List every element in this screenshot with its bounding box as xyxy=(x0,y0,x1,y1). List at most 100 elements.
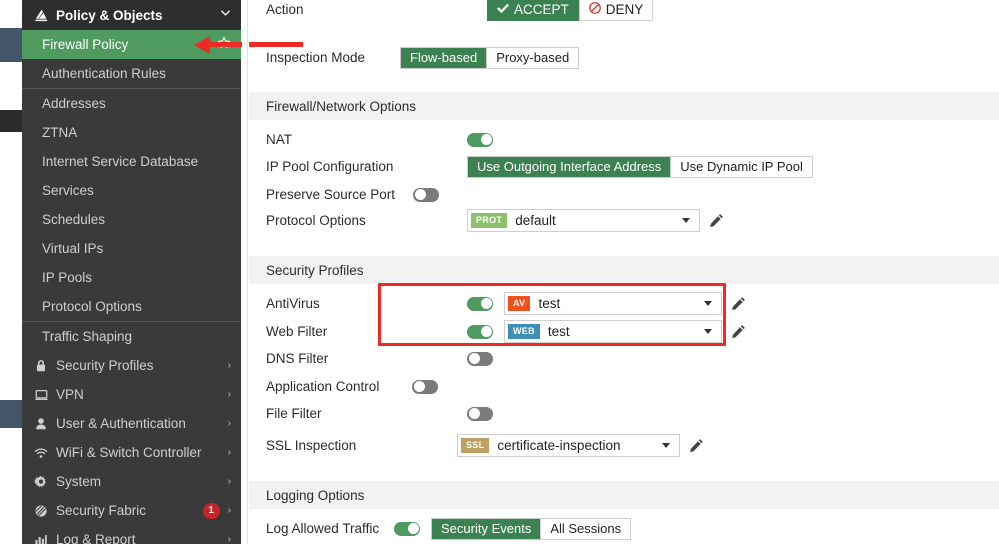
check-icon xyxy=(497,2,509,17)
sidebar-group-security-profiles[interactable]: Security Profiles › xyxy=(22,351,241,380)
sidebar-item-protocol-options[interactable]: Protocol Options xyxy=(22,292,241,321)
chevron-down-icon[interactable] xyxy=(220,9,231,21)
chevron-down-icon[interactable] xyxy=(682,218,690,223)
log-security-events-button[interactable]: Security Events xyxy=(432,519,541,539)
sidebar-item-label: Firewall Policy xyxy=(30,37,217,52)
user-icon xyxy=(30,417,52,431)
sidebar-group-label: Security Fabric xyxy=(52,503,203,518)
chevron-down-icon[interactable] xyxy=(662,443,670,448)
ssl-inspection-edit-icon[interactable] xyxy=(689,438,704,453)
chevron-right-icon: › xyxy=(228,534,231,544)
chevron-down-icon[interactable] xyxy=(704,301,712,306)
policy-objects-icon xyxy=(30,8,52,23)
ssl-inspection-value: certificate-inspection xyxy=(489,438,662,453)
sidebar-header-policy-objects[interactable]: Policy & Objects xyxy=(22,0,241,30)
sidebar-group-security-fabric[interactable]: Security Fabric 1 › xyxy=(22,496,241,525)
status-badge: 1 xyxy=(203,503,220,519)
fabric-icon xyxy=(30,504,52,518)
log-all-sessions-button[interactable]: All Sessions xyxy=(541,519,630,539)
sidebar-group-user-authentication[interactable]: User & Authentication › xyxy=(22,409,241,438)
antivirus-edit-icon[interactable] xyxy=(731,296,746,311)
sidebar-group-log-report[interactable]: Log & Report › xyxy=(22,525,241,544)
web-filter-toggle[interactable] xyxy=(467,325,493,339)
chevron-down-icon[interactable] xyxy=(704,329,712,334)
sidebar-group-label: Security Profiles xyxy=(52,358,228,373)
sidebar-item-label: Virtual IPs xyxy=(30,241,231,256)
monitor-icon xyxy=(30,388,52,402)
annotation-arrow-head xyxy=(194,36,210,54)
action-toggle-group[interactable]: ACCEPT DENY xyxy=(487,0,653,21)
ssl-inspection-dropdown[interactable]: SSL certificate-inspection xyxy=(457,434,680,457)
file-filter-label: File Filter xyxy=(266,406,488,421)
panel-divider xyxy=(241,0,248,544)
sidebar-group-vpn[interactable]: VPN › xyxy=(22,380,241,409)
web-filter-profile-value: test xyxy=(540,324,704,339)
ssl-badge: SSL xyxy=(461,438,489,453)
antivirus-profile-value: test xyxy=(530,296,704,311)
inspection-mode-toggle-group[interactable]: Flow-based Proxy-based xyxy=(400,47,579,69)
ip-pool-configuration-label: IP Pool Configuration xyxy=(266,159,488,174)
ssl-inspection-row: SSL Inspection SSL certificate-inspectio… xyxy=(266,432,704,459)
chevron-right-icon: › xyxy=(228,447,231,458)
web-filter-profile-dropdown[interactable]: WEB test xyxy=(504,320,722,343)
sidebar-item-label: Schedules xyxy=(30,212,231,227)
section-title: Logging Options xyxy=(266,488,364,503)
chevron-right-icon: › xyxy=(228,360,231,371)
chart-bar-icon xyxy=(30,533,52,544)
sidebar-group-system[interactable]: System › xyxy=(22,467,241,496)
sidebar-item-label: Traffic Shaping xyxy=(30,329,231,344)
navigation-sidebar: Policy & Objects Firewall Policy Authent… xyxy=(22,0,241,544)
action-deny-button[interactable]: DENY xyxy=(580,0,654,21)
protocol-options-row: Protocol Options PROT default xyxy=(266,207,724,234)
ip-pool-dynamic-button[interactable]: Use Dynamic IP Pool xyxy=(671,157,812,177)
protocol-options-label: Protocol Options xyxy=(266,213,488,228)
sidebar-item-schedules[interactable]: Schedules xyxy=(22,205,241,234)
sidebar-item-internet-service-database[interactable]: Internet Service Database xyxy=(22,147,241,176)
antivirus-profile-dropdown[interactable]: AV test xyxy=(504,292,722,315)
ip-pool-outgoing-interface-button[interactable]: Use Outgoing Interface Address xyxy=(468,157,671,177)
sidebar-item-ip-pools[interactable]: IP Pools xyxy=(22,263,241,292)
preserve-source-port-row: Preserve Source Port xyxy=(266,181,439,208)
antivirus-toggle[interactable] xyxy=(467,297,493,311)
sidebar-item-services[interactable]: Services xyxy=(22,176,241,205)
action-row: Action ACCEPT xyxy=(266,0,653,23)
log-allowed-traffic-toggle-group[interactable]: Security Events All Sessions xyxy=(431,518,631,540)
log-allowed-traffic-toggle[interactable] xyxy=(394,522,420,536)
dns-filter-toggle[interactable] xyxy=(467,352,493,366)
action-accept-label: ACCEPT xyxy=(514,2,569,17)
annotation-arrow-shaft-left xyxy=(210,42,242,47)
sidebar-item-label: Internet Service Database xyxy=(30,154,231,169)
sidebar-item-label: Services xyxy=(30,183,231,198)
sidebar-item-virtual-ips[interactable]: Virtual IPs xyxy=(22,234,241,263)
preserve-source-port-toggle[interactable] xyxy=(413,188,439,202)
sidebar-item-ztna[interactable]: ZTNA xyxy=(22,118,241,147)
ip-pool-configuration-toggle-group[interactable]: Use Outgoing Interface Address Use Dynam… xyxy=(467,156,813,178)
application-control-label: Application Control xyxy=(266,379,412,394)
sidebar-item-addresses[interactable]: Addresses xyxy=(22,89,241,118)
nat-toggle[interactable] xyxy=(467,133,493,147)
file-filter-row: File Filter xyxy=(266,400,493,427)
application-control-toggle[interactable] xyxy=(412,380,438,394)
sidebar-item-authentication-rules[interactable]: Authentication Rules xyxy=(22,59,241,88)
sidebar-group-wifi-switch-controller[interactable]: WiFi & Switch Controller › xyxy=(22,438,241,467)
section-title: Security Profiles xyxy=(266,263,364,278)
protocol-options-edit-icon[interactable] xyxy=(709,213,724,228)
section-title: Firewall/Network Options xyxy=(266,99,416,114)
protocol-options-dropdown[interactable]: PROT default xyxy=(467,209,700,232)
action-accept-button[interactable]: ACCEPT xyxy=(487,0,580,21)
lock-icon xyxy=(30,359,52,373)
sidebar-header-label: Policy & Objects xyxy=(52,8,220,23)
sidebar-group-label: System xyxy=(52,474,228,489)
av-badge: AV xyxy=(508,296,530,311)
dns-filter-row: DNS Filter xyxy=(266,345,493,372)
nat-label: NAT xyxy=(266,132,488,147)
annotation-arrow-shaft-right xyxy=(249,42,303,47)
prot-badge: PROT xyxy=(471,213,507,228)
web-badge: WEB xyxy=(508,324,540,339)
sidebar-item-traffic-shaping[interactable]: Traffic Shaping xyxy=(22,322,241,351)
file-filter-toggle[interactable] xyxy=(467,407,493,421)
web-filter-edit-icon[interactable] xyxy=(731,324,746,339)
background-edge-strip xyxy=(0,0,22,544)
inspection-mode-proxy-based-button[interactable]: Proxy-based xyxy=(487,48,578,68)
inspection-mode-flow-based-button[interactable]: Flow-based xyxy=(401,48,487,68)
